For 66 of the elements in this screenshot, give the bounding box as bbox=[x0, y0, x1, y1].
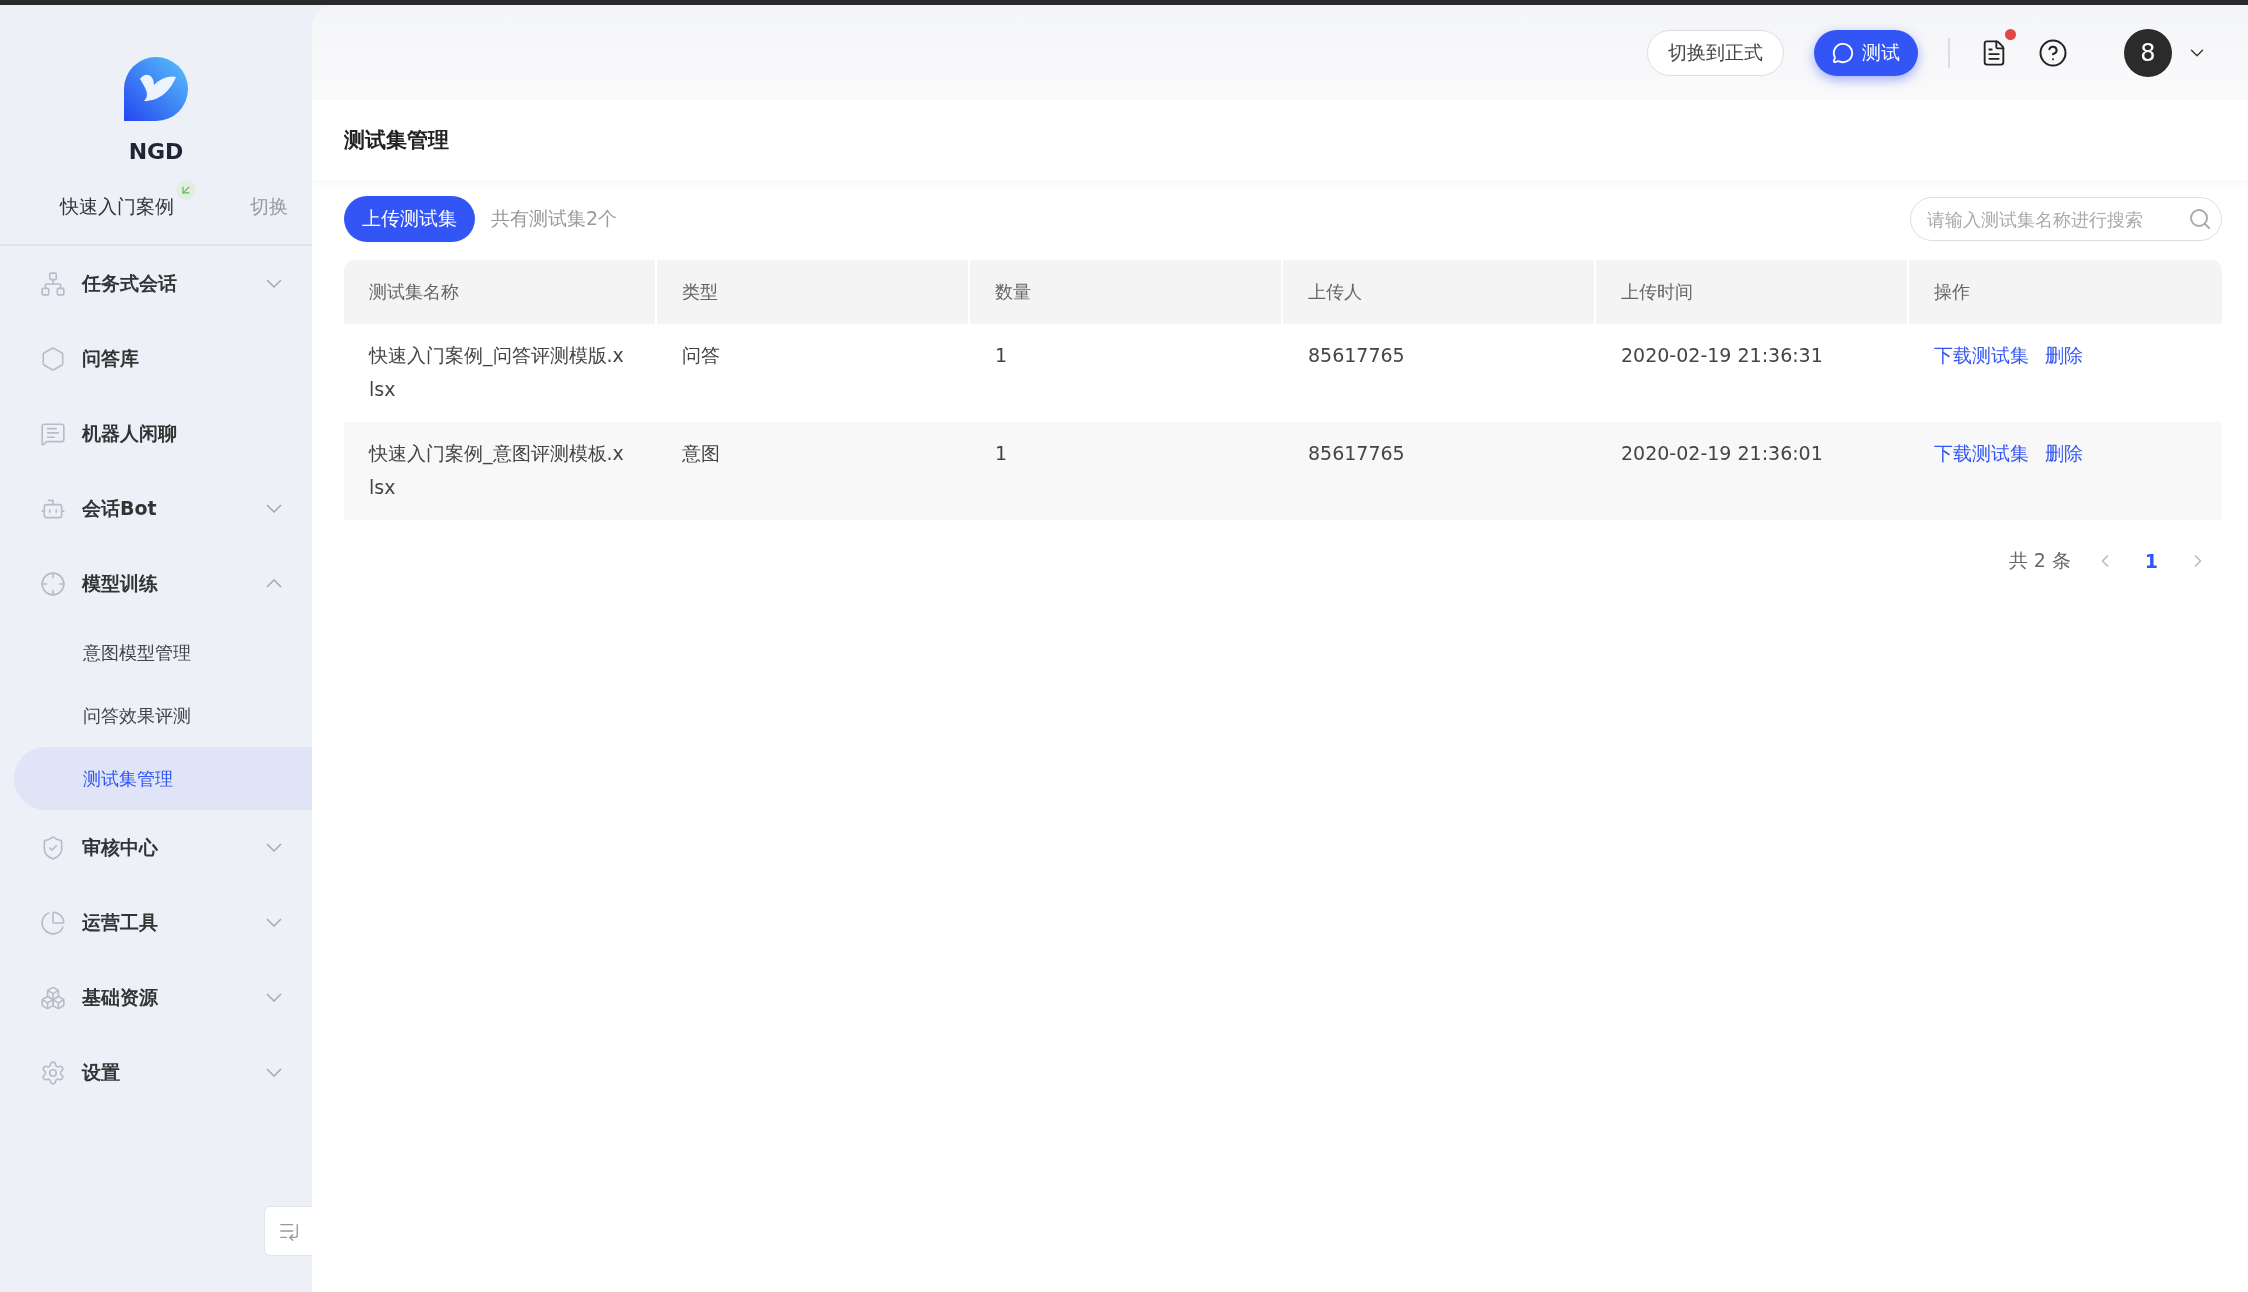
search-icon[interactable] bbox=[2188, 207, 2212, 231]
menu-label: 模型训练 bbox=[82, 570, 159, 596]
menu-item[interactable]: 机器人闲聊 bbox=[0, 396, 312, 471]
chevron-icon bbox=[266, 504, 282, 513]
menu-label: 会话Bot bbox=[82, 495, 158, 521]
submenu-item[interactable]: 问答效果评测 bbox=[14, 684, 312, 747]
menu-label: 任务式会话 bbox=[82, 270, 178, 296]
search-field[interactable]: 请输入测试集名称进行搜索 bbox=[1910, 197, 2222, 241]
total-text: 共 2 条 bbox=[2008, 548, 2071, 573]
menu-label: 设置 bbox=[82, 1059, 121, 1085]
chevron-icon bbox=[266, 279, 282, 288]
chevron-icon bbox=[266, 843, 282, 852]
menu-icon bbox=[40, 270, 66, 297]
menu-label: 机器人闲聊 bbox=[82, 420, 178, 446]
menu-item[interactable]: 设置 bbox=[0, 1035, 312, 1110]
logo-icon bbox=[124, 57, 188, 121]
menu-item[interactable]: 运营工具 bbox=[0, 885, 312, 960]
table-cell: 85617765 bbox=[1283, 422, 1596, 520]
chevron-icon bbox=[266, 918, 282, 927]
workspace-name: 快速入门案例 bbox=[60, 194, 174, 220]
menu-item[interactable]: 基础资源 bbox=[0, 960, 312, 1035]
menu-item[interactable]: 模型训练 bbox=[0, 546, 312, 621]
menu-icon bbox=[40, 984, 66, 1011]
count-text: 共有测试集2个 bbox=[491, 206, 619, 231]
column-header: 操作 bbox=[1909, 260, 2222, 324]
test-button[interactable]: 测试 bbox=[1814, 29, 1918, 76]
menu-label: 运营工具 bbox=[82, 909, 159, 935]
menu-icon bbox=[40, 909, 66, 936]
menu-icon bbox=[40, 570, 66, 597]
menu-item[interactable]: 问答库 bbox=[0, 321, 312, 396]
submenu-item[interactable]: 测试集管理 bbox=[14, 747, 312, 810]
upload-button[interactable]: 上传测试集 bbox=[344, 196, 475, 242]
user-avatar[interactable]: 8 bbox=[2124, 28, 2172, 77]
menu-label: 审核中心 bbox=[82, 834, 159, 860]
page-title: 测试集管理 bbox=[344, 127, 449, 154]
column-header: 上传人 bbox=[1283, 260, 1596, 324]
table-cell: 快速入门案例_意图评测模板.xlsx bbox=[344, 422, 657, 520]
chevron-icon bbox=[266, 993, 282, 1002]
action-link[interactable]: 下载测试集 bbox=[1934, 436, 2029, 470]
menu-item[interactable]: 任务式会话 bbox=[0, 246, 312, 321]
menu-item[interactable]: 审核中心 bbox=[0, 810, 312, 885]
chat-icon bbox=[1832, 41, 1854, 64]
column-header: 测试集名称 bbox=[344, 260, 657, 324]
column-header: 数量 bbox=[970, 260, 1283, 324]
switch-button[interactable]: 切换到正式 bbox=[1647, 29, 1784, 76]
chevron-icon bbox=[266, 1068, 282, 1077]
menu-icon bbox=[40, 345, 66, 372]
table-cell: 意图 bbox=[657, 422, 970, 520]
action-link[interactable]: 下载测试集 bbox=[1934, 338, 2029, 372]
menu-label: 基础资源 bbox=[82, 984, 159, 1010]
help-button[interactable] bbox=[2038, 37, 2068, 68]
brand-name: NGD bbox=[128, 139, 184, 164]
menu-icon bbox=[40, 420, 66, 447]
column-header: 上传时间 bbox=[1596, 260, 1909, 324]
chevron-icon bbox=[266, 579, 282, 588]
column-header: 类型 bbox=[657, 260, 970, 324]
submenu-item[interactable]: 意图模型管理 bbox=[14, 621, 312, 684]
collapse-button[interactable] bbox=[264, 1206, 312, 1256]
action-link[interactable]: 删除 bbox=[2045, 436, 2083, 470]
table-cell: 1 bbox=[970, 422, 1283, 520]
menu-label: 问答库 bbox=[82, 345, 140, 371]
page-button[interactable]: 1 bbox=[2138, 550, 2164, 572]
menu-item[interactable]: 会话Bot bbox=[0, 471, 312, 546]
action-link[interactable]: 删除 bbox=[2045, 338, 2083, 372]
menu-icon bbox=[40, 1059, 66, 1086]
table-cell: 2020-02-19 21:36:01 bbox=[1596, 422, 1909, 520]
